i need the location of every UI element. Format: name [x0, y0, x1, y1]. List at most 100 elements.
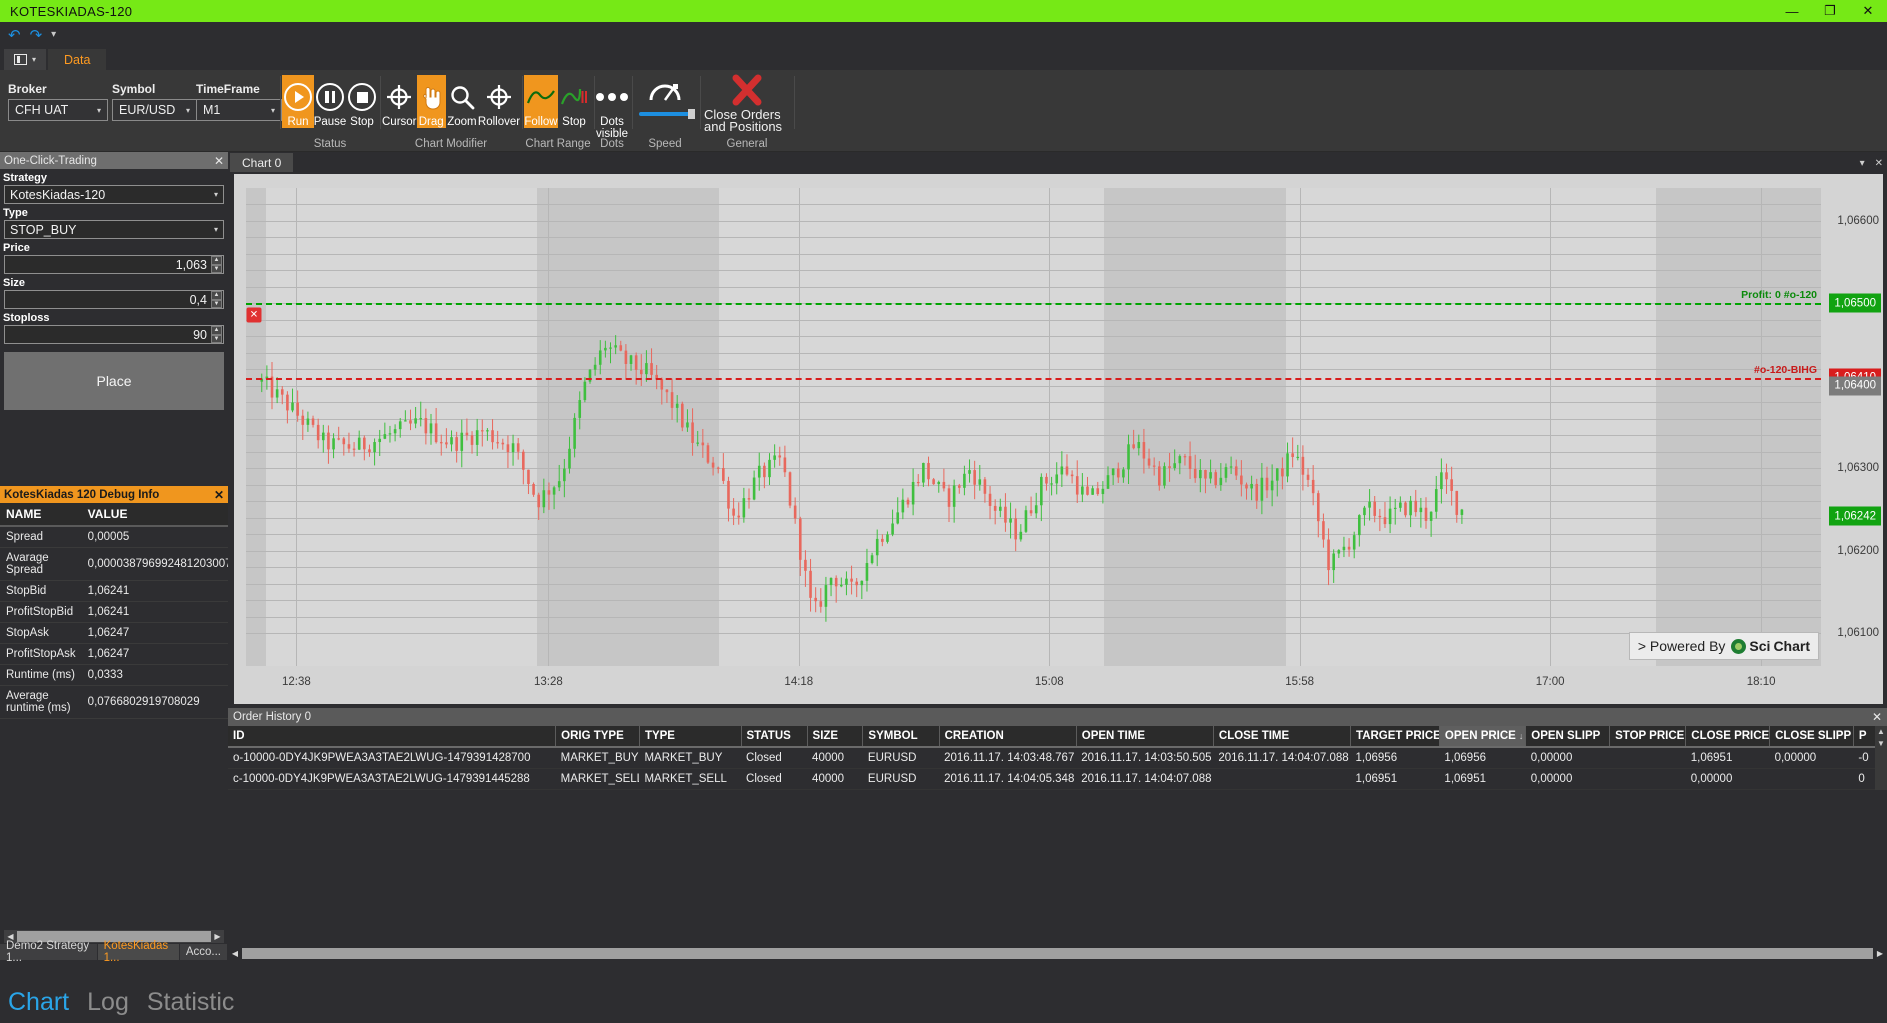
column-header-open-price[interactable]: OPEN PRICE ↓	[1439, 726, 1527, 748]
broker-select[interactable]: CFH UAT ▾	[8, 99, 108, 121]
scrollbar-thumb[interactable]	[242, 947, 1873, 959]
table-row[interactable]: o-10000-0DY4JK9PWEA3A3TAE2LWUG-147939142…	[228, 747, 1887, 769]
close-orders-positions-label[interactable]: Close Orders and Positions	[704, 108, 790, 133]
left-dock-tab-2[interactable]: Acco...	[179, 944, 227, 960]
close-order-marker-icon[interactable]: ✕	[246, 307, 262, 323]
order-table-vertical-scrollbar[interactable]: ▲ ▼	[1875, 726, 1887, 790]
table-row[interactable]: Avarage Spread 0,000038796992481203007	[0, 547, 238, 581]
drag-button[interactable]: Drag	[416, 75, 446, 128]
table-row[interactable]: Average runtime (ms) 0,0766802919708029	[0, 685, 238, 719]
place-order-button[interactable]: Place	[4, 352, 224, 410]
undo-icon[interactable]: ↶	[8, 28, 21, 43]
column-header-value[interactable]: VALUE	[81, 503, 238, 527]
scroll-right-icon[interactable]: ▶	[211, 932, 224, 941]
scroll-down-icon[interactable]: ▼	[1875, 738, 1887, 750]
rollover-button[interactable]: Rollover	[478, 75, 520, 128]
column-header-creation[interactable]: CREATION	[939, 726, 1077, 748]
price-input[interactable]: 1,063 ▲ ▼	[4, 255, 224, 274]
column-header-size[interactable]: SIZE	[807, 726, 864, 748]
spinner-down-icon[interactable]: ▼	[211, 334, 222, 343]
status-tab-statistic[interactable]: Statistic	[147, 988, 235, 1017]
status-tab-log[interactable]: Log	[87, 988, 129, 1017]
column-header-close-slipp[interactable]: CLOSE SLIPP	[1769, 726, 1854, 748]
tab-data[interactable]: Data	[48, 49, 107, 70]
column-header-symbol[interactable]: SYMBOL	[862, 726, 940, 748]
spinner-down-icon[interactable]: ▼	[211, 264, 222, 273]
strategy-select[interactable]: KotesKiadas-120 ▾	[4, 185, 224, 204]
table-row[interactable]: ProfitStopAsk 1,06247	[0, 643, 238, 665]
column-header-status[interactable]: STATUS	[741, 726, 808, 748]
stoploss-stepper[interactable]: ▲ ▼	[211, 326, 222, 343]
price-tag-gray[interactable]: 1,06400	[1829, 376, 1881, 396]
spinner-up-icon[interactable]: ▲	[211, 326, 222, 335]
table-row[interactable]: c-10000-0DY4JK9PWEA3A3TAE2LWUG-147939144…	[228, 768, 1887, 790]
chevron-down-icon[interactable]: ▾	[51, 30, 56, 40]
run-button[interactable]: Run	[282, 75, 314, 128]
type-select[interactable]: STOP_BUY ▾	[4, 220, 224, 239]
column-header-open-slipp[interactable]: OPEN SLIPP	[1525, 726, 1611, 748]
range-stop-button[interactable]: Stop	[558, 75, 590, 128]
order-cell: 2016.11.17. 14:03:48.767	[939, 747, 1077, 769]
tab-chart-0[interactable]: Chart 0	[230, 153, 294, 172]
spinner-up-icon[interactable]: ▲	[211, 291, 222, 300]
table-row[interactable]: StopAsk 1,06247	[0, 622, 238, 644]
left-dock-tab-0[interactable]: Demo2 Strategy 1...	[0, 940, 97, 964]
price-tag-green[interactable]: 1,06242	[1829, 506, 1881, 526]
table-row[interactable]: Runtime (ms) 0,0333	[0, 664, 238, 686]
stoploss-input[interactable]: 90 ▲ ▼	[4, 325, 224, 344]
price-tag-green[interactable]: 1,06500	[1829, 293, 1881, 313]
cursor-button[interactable]: Cursor	[382, 75, 417, 128]
column-header-id[interactable]: ID	[228, 726, 557, 748]
chart-plot-area[interactable]: 1,06600 1,06500 1,06400 1,06300 1,06200 1,061…	[234, 174, 1883, 704]
close-icon[interactable]: ✕	[1872, 710, 1882, 724]
close-icon[interactable]: ✕	[214, 488, 224, 502]
order-price-line[interactable]	[246, 377, 1821, 380]
dots-visible-button[interactable]: Dots visible	[591, 75, 633, 140]
scroll-up-icon[interactable]: ▲	[1875, 726, 1887, 738]
size-label: Size	[3, 277, 26, 289]
chart-annotation-0: Profit: 0 #o-120	[1741, 289, 1817, 302]
table-row[interactable]: ProfitStopBid 1,06241	[0, 601, 238, 623]
order-history-scrollbar[interactable]: ◀ ▶	[228, 946, 1887, 960]
symbol-select[interactable]: EUR/USD ▾	[112, 99, 197, 121]
speed-slider[interactable]	[639, 109, 695, 119]
timeframe-select[interactable]: M1 ▾	[196, 99, 282, 121]
spinner-down-icon[interactable]: ▼	[211, 299, 222, 308]
column-header-orig-type[interactable]: ORIG TYPE	[555, 726, 640, 748]
chart-y-axis[interactable]: 1,06600 1,06500 1,06400 1,06300 1,06200 1,061…	[1821, 188, 1883, 666]
close-icon[interactable]: ✕	[1875, 158, 1883, 169]
scroll-left-icon[interactable]: ◀	[228, 949, 242, 958]
close-icon[interactable]: ✕	[214, 154, 224, 168]
size-stepper[interactable]: ▲ ▼	[211, 291, 222, 308]
size-input[interactable]: 0,4 ▲ ▼	[4, 290, 224, 309]
price-stepper[interactable]: ▲ ▼	[211, 256, 222, 273]
group-label-general: General	[726, 138, 768, 150]
column-header-target-price[interactable]: TARGET PRICE	[1350, 726, 1440, 748]
spinner-up-icon[interactable]: ▲	[211, 256, 222, 265]
redo-icon[interactable]: ↷	[30, 28, 43, 43]
status-tab-chart[interactable]: Chart	[8, 988, 69, 1017]
pin-icon[interactable]: ▾	[1860, 158, 1865, 169]
stop-button[interactable]: Stop	[346, 75, 378, 128]
column-header-type[interactable]: TYPE	[639, 726, 742, 748]
table-row[interactable]: Spread 0,00005	[0, 526, 238, 548]
zoom-button[interactable]: Zoom	[446, 75, 478, 128]
column-header-close-time[interactable]: CLOSE TIME	[1213, 726, 1352, 748]
follow-button[interactable]: Follow	[524, 75, 558, 128]
column-header-open-time[interactable]: OPEN TIME	[1076, 726, 1214, 748]
ribbon-group-chart-modifier: Cursor Drag Zoom Rollover Chart Modifier	[382, 70, 520, 152]
pause-button[interactable]: Pause	[314, 75, 346, 128]
scroll-right-icon[interactable]: ▶	[1873, 949, 1887, 958]
minimize-icon[interactable]: —	[1773, 0, 1811, 22]
column-header-stop-price[interactable]: STOP PRICE	[1609, 726, 1687, 748]
profit-price-line[interactable]	[246, 303, 1821, 306]
chart-grid[interactable]	[246, 188, 1821, 666]
close-icon[interactable]: ✕	[1849, 0, 1887, 22]
left-dock-tab-1[interactable]: KotesKiadas 1...	[97, 940, 179, 964]
restore-icon[interactable]: ❐	[1811, 0, 1849, 22]
column-header-name[interactable]: NAME	[0, 503, 82, 527]
table-row[interactable]: StopBid 1,06241	[0, 580, 238, 602]
chart-x-axis[interactable]: 12:38 13:28 14:18 15:08 15:58 17:00 18:10	[246, 676, 1821, 696]
column-header-close-price[interactable]: CLOSE PRICE	[1685, 726, 1771, 748]
app-menu-button[interactable]: ▾	[4, 49, 47, 70]
